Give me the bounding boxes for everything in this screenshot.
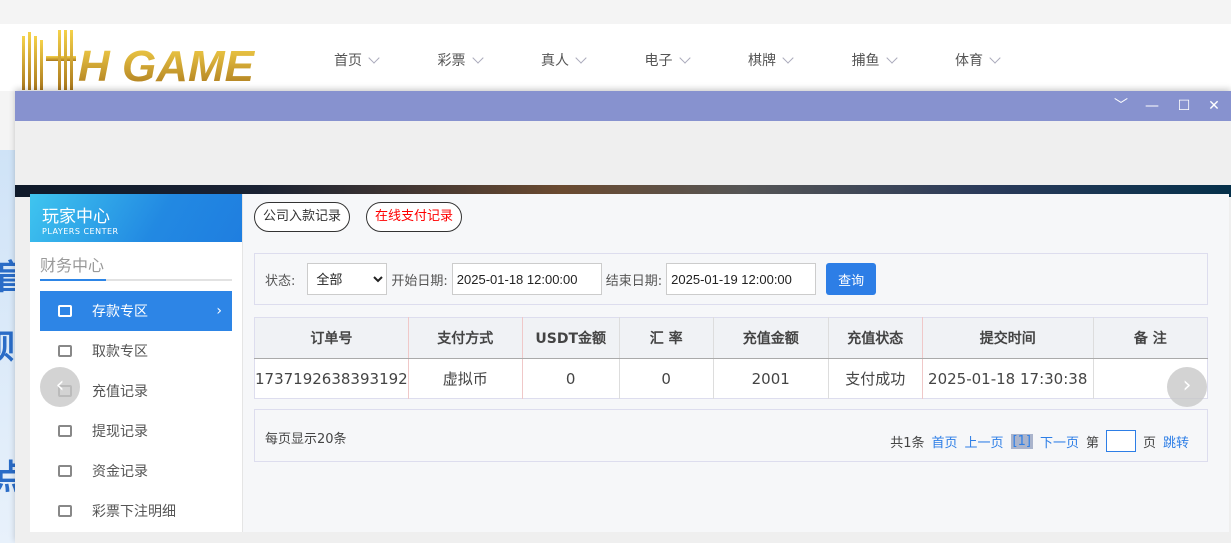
sidebar-subtitle: PLAYERS CENTER bbox=[42, 227, 119, 236]
sidebar-item-deposit[interactable]: 存款专区 › bbox=[40, 291, 232, 331]
nav-label: 电子 bbox=[644, 53, 673, 69]
nav-live[interactable]: 真人 bbox=[541, 50, 645, 70]
column-header: USDT金额 bbox=[522, 317, 620, 359]
sidebar-menu: 存款专区 › 取款专区 充值记录 提现记录 资金记录 彩票下注明细 bbox=[40, 291, 232, 531]
hand-money-icon bbox=[58, 345, 72, 357]
sidebar: 玩家中心 PLAYERS CENTER 财务中心 存款专区 › 取款专区 充值记录… bbox=[30, 194, 243, 534]
column-header: 充值金额 bbox=[713, 317, 829, 359]
nav-label: 真人 bbox=[541, 53, 569, 69]
sidebar-item-label: 存款专区 bbox=[92, 304, 148, 320]
sidebar-item-label: 资金记录 bbox=[92, 464, 148, 480]
sidebar-item-withdraw[interactable]: 取款专区 bbox=[40, 331, 232, 371]
background-banner: 盲则点 bbox=[0, 150, 15, 543]
sidebar-item-withdraw-records[interactable]: 提现记录 bbox=[40, 411, 232, 451]
chevron-down-icon bbox=[989, 52, 1001, 64]
end-date-input[interactable] bbox=[666, 263, 817, 295]
main-nav: 首页 彩票 真人 电子 棋牌 捕鱼 体育 bbox=[334, 50, 1059, 70]
player-center-modal: ﹀ — ☐ ✕ 玩家中心 PLAYERS CENTER 财务中心 存款专区 › 取… bbox=[15, 91, 1231, 543]
carousel-prev-icon[interactable]: ‹ bbox=[40, 367, 80, 407]
next-page-link[interactable]: 下一页 bbox=[1040, 432, 1079, 451]
modal-titlebar[interactable]: ﹀ — ☐ ✕ bbox=[15, 91, 1231, 121]
sidebar-item-label: 彩票下注明细 bbox=[92, 504, 176, 520]
chevron-right-icon: › bbox=[216, 303, 222, 319]
sidebar-item-funds-records[interactable]: 资金记录 bbox=[40, 451, 232, 491]
per-page-text: 每页显示20条 bbox=[265, 432, 347, 447]
hh-game-logo[interactable]: H GAME bbox=[14, 26, 276, 90]
recharge-status: 支付成功 bbox=[828, 358, 923, 399]
pagination: 每页显示20条 共1条 首页 上一页 [1] 下一页 第 页 跳转 bbox=[254, 409, 1208, 462]
chevron-down-icon bbox=[885, 52, 898, 64]
chevron-down-icon bbox=[678, 52, 691, 64]
column-header: 充值状态 bbox=[828, 317, 923, 359]
nav-chess[interactable]: 棋牌 bbox=[748, 50, 852, 70]
modal-footer bbox=[15, 532, 1231, 543]
filter-bar: 状态: 全部 开始日期: 结束日期: 查询 bbox=[254, 253, 1208, 305]
funds-icon bbox=[58, 465, 72, 477]
nav-sports[interactable]: 体育 bbox=[955, 50, 1059, 70]
recharge-amount: 2001 bbox=[713, 358, 829, 399]
table-header-row: 订单号 支付方式 USDT金额 汇 率 充值金额 充值状态 提交时间 备 注 bbox=[254, 317, 1208, 359]
column-header: 提交时间 bbox=[922, 317, 1094, 359]
column-header: 支付方式 bbox=[408, 317, 523, 359]
total-count: 共1条 bbox=[890, 435, 925, 451]
page-number-input[interactable] bbox=[1105, 430, 1136, 452]
exchange-rate: 0 bbox=[619, 358, 714, 399]
records-table: 订单号 支付方式 USDT金额 汇 率 充值金额 充值状态 提交时间 备 注 1… bbox=[254, 317, 1208, 399]
nav-lottery[interactable]: 彩票 bbox=[438, 50, 542, 70]
content-panel: 玩家中心 PLAYERS CENTER 财务中心 存款专区 › 取款专区 充值记录… bbox=[30, 194, 1229, 534]
nav-label: 首页 bbox=[334, 53, 362, 69]
main-content: 公司入款记录 在线支付记录 状态: 全部 开始日期: 结束日期: 查询 订单号 … bbox=[243, 194, 1229, 534]
sidebar-item-lottery-bets[interactable]: 彩票下注明细 bbox=[40, 491, 232, 531]
sidebar-header: 玩家中心 PLAYERS CENTER bbox=[30, 194, 242, 242]
withdraw-icon bbox=[58, 425, 72, 437]
end-date-label: 结束日期: bbox=[605, 273, 663, 289]
chevron-down-icon[interactable]: ﹀ bbox=[1113, 98, 1129, 114]
nav-label: 彩票 bbox=[437, 53, 466, 69]
close-icon[interactable]: ✕ bbox=[1206, 98, 1222, 114]
query-button[interactable]: 查询 bbox=[826, 263, 877, 295]
card-icon bbox=[58, 305, 72, 317]
sidebar-item-label: 提现记录 bbox=[92, 424, 148, 440]
order-id: 1737192638393192 bbox=[254, 358, 409, 399]
payment-method: 虚拟币 bbox=[408, 358, 523, 399]
column-header: 订单号 bbox=[254, 317, 409, 359]
page-prefix: 第 bbox=[1085, 435, 1099, 451]
nav-label: 捕鱼 bbox=[851, 53, 880, 69]
chevron-down-icon bbox=[471, 52, 484, 64]
tab-online-payment[interactable]: 在线支付记录 bbox=[366, 202, 463, 232]
chevron-down-icon bbox=[575, 52, 587, 64]
sidebar-item-label: 充值记录 bbox=[92, 384, 148, 400]
table-row: 1737192638393192 虚拟币 0 0 2001 支付成功 2025-… bbox=[254, 358, 1208, 399]
prev-page-link[interactable]: 上一页 bbox=[965, 432, 1004, 451]
first-page-link[interactable]: 首页 bbox=[931, 432, 957, 451]
nav-fishing[interactable]: 捕鱼 bbox=[852, 50, 956, 70]
nav-home[interactable]: 首页 bbox=[334, 50, 438, 70]
status-label: 状态: bbox=[265, 273, 296, 289]
usdt-amount: 0 bbox=[522, 358, 620, 399]
sidebar-item-label: 取款专区 bbox=[92, 344, 148, 360]
jump-link[interactable]: 跳转 bbox=[1163, 432, 1189, 451]
current-page[interactable]: [1] bbox=[1010, 433, 1033, 449]
column-header: 汇 率 bbox=[619, 317, 714, 359]
minimize-icon[interactable]: — bbox=[1144, 98, 1160, 114]
tab-company-deposit[interactable]: 公司入款记录 bbox=[254, 202, 351, 232]
start-date-input[interactable] bbox=[451, 263, 602, 295]
submit-time: 2025-01-18 17:30:38 bbox=[922, 358, 1094, 399]
nav-label: 棋牌 bbox=[748, 53, 776, 69]
carousel-next-icon[interactable]: › bbox=[1167, 367, 1207, 407]
chevron-down-icon bbox=[368, 52, 380, 64]
maximize-icon[interactable]: ☐ bbox=[1176, 98, 1192, 114]
list-icon bbox=[58, 505, 72, 517]
section-title[interactable]: 财务中心 bbox=[40, 252, 232, 281]
page-suffix: 页 bbox=[1142, 435, 1156, 451]
column-header: 备 注 bbox=[1093, 317, 1208, 359]
chevron-down-icon bbox=[782, 52, 794, 64]
svg-text:H GAME: H GAME bbox=[78, 42, 256, 90]
sidebar-title: 玩家中心 bbox=[42, 207, 110, 227]
status-select[interactable]: 全部 bbox=[307, 263, 388, 295]
nav-label: 体育 bbox=[955, 53, 983, 69]
start-date-label: 开始日期: bbox=[391, 273, 448, 289]
nav-slots[interactable]: 电子 bbox=[645, 50, 749, 70]
